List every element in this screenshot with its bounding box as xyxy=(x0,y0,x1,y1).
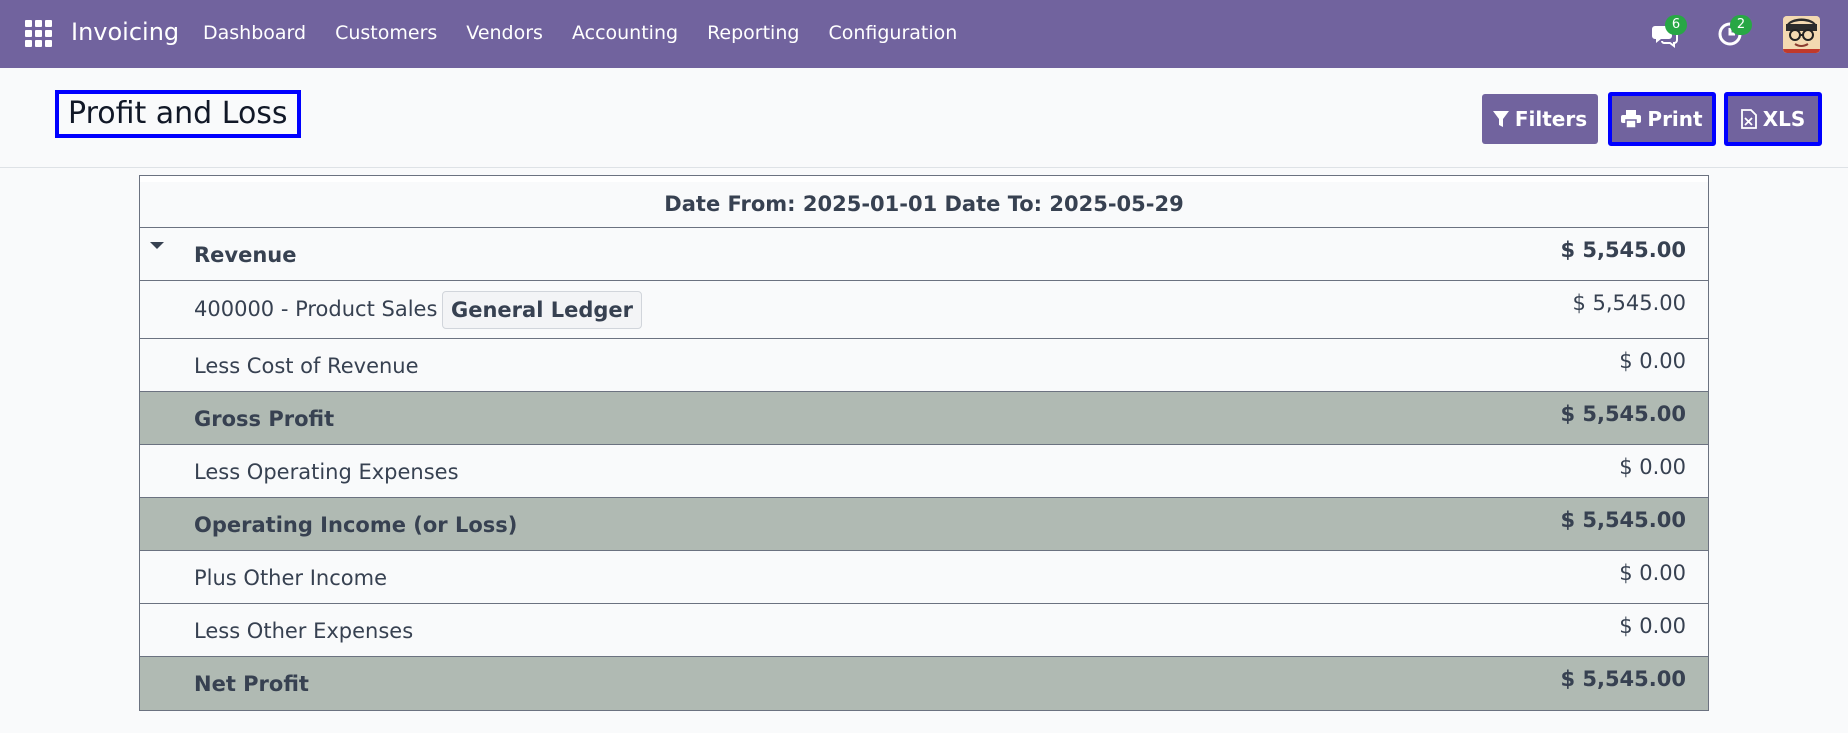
print-button[interactable]: Print xyxy=(1608,92,1716,146)
report-row: Less Cost of Revenue $ 0.00 xyxy=(140,339,1708,392)
menu-item-accounting[interactable]: Accounting xyxy=(572,22,678,44)
row-label: Less Operating Expenses xyxy=(194,460,459,484)
row-amount: $ 0.00 xyxy=(1619,561,1686,585)
excel-file-icon xyxy=(1740,109,1757,129)
report-total-row: Operating Income (or Loss) $ 5,545.00 xyxy=(140,498,1708,551)
xls-export-button[interactable]: XLS xyxy=(1724,92,1822,146)
row-label: Gross Profit xyxy=(194,407,335,431)
top-navbar: Invoicing Dashboard Customers Vendors Ac… xyxy=(0,0,1848,68)
main-menu: Dashboard Customers Vendors Accounting R… xyxy=(203,22,986,44)
row-amount: $ 5,545.00 xyxy=(1560,238,1686,262)
menu-item-vendors[interactable]: Vendors xyxy=(466,22,543,44)
report-total-row: Net Profit $ 5,545.00 xyxy=(140,657,1708,710)
report-row-revenue[interactable]: Revenue $ 5,545.00 xyxy=(140,228,1708,281)
row-label: Net Profit xyxy=(194,672,309,696)
xls-button-label: XLS xyxy=(1762,107,1806,131)
row-amount: $ 0.00 xyxy=(1619,455,1686,479)
general-ledger-button[interactable]: General Ledger xyxy=(442,291,642,329)
app-menu-icon[interactable] xyxy=(25,20,52,47)
control-panel: Profit and Loss Filters Print XLS xyxy=(0,68,1848,168)
report-row: Plus Other Income $ 0.00 xyxy=(140,551,1708,604)
row-amount: $ 5,545.00 xyxy=(1560,402,1686,426)
row-label: Plus Other Income xyxy=(194,566,387,590)
page-title: Profit and Loss xyxy=(55,90,301,138)
row-label: Operating Income (or Loss) xyxy=(194,513,518,537)
activities-button[interactable]: 2 xyxy=(1716,15,1752,48)
report-row-account: 400000 - Product Sales General Ledger $ … xyxy=(140,281,1708,339)
menu-item-reporting[interactable]: Reporting xyxy=(707,22,799,44)
filters-button[interactable]: Filters xyxy=(1482,94,1598,144)
caret-down-icon[interactable] xyxy=(150,242,164,249)
report-date-range: Date From: 2025-01-01 Date To: 2025-05-2… xyxy=(140,176,1708,228)
report-row: Less Other Expenses $ 0.00 xyxy=(140,604,1708,657)
row-amount: $ 0.00 xyxy=(1619,614,1686,638)
messages-button[interactable]: 6 xyxy=(1651,15,1687,48)
row-amount: $ 5,545.00 xyxy=(1560,667,1686,691)
row-label: Less Other Expenses xyxy=(194,619,414,643)
menu-item-customers[interactable]: Customers xyxy=(335,22,437,44)
row-amount: $ 5,545.00 xyxy=(1560,508,1686,532)
row-label: Less Cost of Revenue xyxy=(194,354,419,378)
printer-icon xyxy=(1621,110,1642,128)
report-row: Less Operating Expenses $ 0.00 xyxy=(140,445,1708,498)
row-label: Revenue xyxy=(194,243,297,267)
row-amount: $ 0.00 xyxy=(1619,349,1686,373)
menu-item-dashboard[interactable]: Dashboard xyxy=(203,22,306,44)
menu-item-configuration[interactable]: Configuration xyxy=(828,22,957,44)
print-button-label: Print xyxy=(1647,107,1703,131)
filter-icon xyxy=(1492,111,1509,127)
activities-count-badge: 2 xyxy=(1730,15,1752,35)
report-total-row: Gross Profit $ 5,545.00 xyxy=(140,392,1708,445)
messages-count-badge: 6 xyxy=(1665,15,1687,35)
app-name[interactable]: Invoicing xyxy=(71,18,179,46)
filters-button-label: Filters xyxy=(1514,107,1588,131)
row-label[interactable]: 400000 - Product Sales xyxy=(194,297,437,321)
user-avatar[interactable] xyxy=(1783,16,1820,53)
profit-loss-report: Date From: 2025-01-01 Date To: 2025-05-2… xyxy=(139,175,1709,711)
row-amount: $ 5,545.00 xyxy=(1572,291,1686,315)
